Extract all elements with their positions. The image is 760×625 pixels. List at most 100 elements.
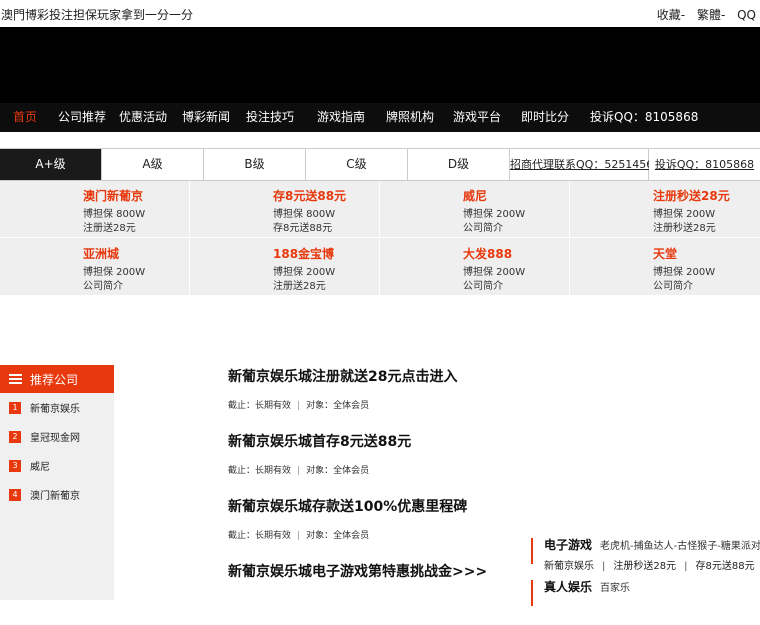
qq-link[interactable]: QQ <box>737 8 756 22</box>
rank-badge: 4 <box>9 488 21 501</box>
promotion-deadline: 截止：长期有效 <box>228 466 292 476</box>
company-offer[interactable]: 公司简介 <box>463 277 503 292</box>
top-links: 收藏- 繁體- QQ <box>649 6 756 23</box>
nav-item-companies[interactable]: 公司推荐 <box>58 103 106 132</box>
sidebar-list: 1 新葡京娱乐 2 皇冠现金网 3 威尼 4 澳门新葡京 <box>0 393 114 600</box>
category-link[interactable]: 注册秒送28元 <box>613 561 676 572</box>
tab-b[interactable]: B级 <box>204 149 306 180</box>
nav-item-home[interactable]: 首页 <box>13 103 37 132</box>
header-banner <box>0 27 760 103</box>
promotion-item[interactable]: 新葡京娱乐城电子游戏第特惠挑战金>>> <box>228 560 528 625</box>
company-guarantee: 博担保 200W <box>653 267 716 278</box>
company-guarantee: 博担保 200W <box>273 267 336 278</box>
category-title[interactable]: 电子游戏 老虎机-捕鱼达人-古怪猴子-糖果派对 <box>544 536 760 553</box>
tab-a-plus[interactable]: A+级 <box>0 149 102 180</box>
company-name[interactable]: 存8元送88元 <box>273 187 346 204</box>
nav-item-guide[interactable]: 游戏指南 <box>317 103 365 132</box>
company-grid: 澳门新葡京 博担保 800W 注册送28元 存8元送88元 博担保 800W 存… <box>0 181 760 296</box>
company-name[interactable]: 天堂 <box>653 245 677 262</box>
sidebar-item-label[interactable]: 澳门新葡京 <box>30 487 80 502</box>
company-offer[interactable]: 存8元送88元 <box>273 219 332 234</box>
sidebar-title: 推荐公司 <box>30 372 79 387</box>
site-title: 澳門博彩投注担保玩家拿到一分一分 <box>1 8 194 22</box>
promotion-title[interactable]: 新葡京娱乐城注册就送28元点击进入 <box>228 365 528 389</box>
promotion-list: 新葡京娱乐城注册就送28元点击进入 截止：长期有效 | 对象：全体会员 新葡京娱乐城… <box>228 365 528 625</box>
company-offer[interactable]: 公司简介 <box>83 277 123 292</box>
promotion-item[interactable]: 新葡京娱乐城注册就送28元点击进入 截止：长期有效 | 对象：全体会员 <box>228 365 528 430</box>
company-guarantee: 博担保 200W <box>83 267 146 278</box>
category-subtitle[interactable]: 老虎机-捕鱼达人-古怪猴子-糖果派对 <box>600 541 760 552</box>
favorite-link[interactable]: 收藏- <box>657 8 685 22</box>
game-categories: 电子游戏 老虎机-捕鱼达人-古怪猴子-糖果派对 新葡京娱乐 | 注册秒送28元 | 存8元… <box>530 536 760 606</box>
company-name[interactable]: 188金宝博 <box>273 245 334 262</box>
category-links: 新葡京娱乐 | 注册秒送28元 | 存8元送88元 <box>544 561 755 572</box>
rank-badge: 1 <box>9 401 21 414</box>
promotion-title[interactable]: 新葡京娱乐城首存8元送88元 <box>228 430 528 454</box>
company-guarantee: 博担保 800W <box>273 209 336 220</box>
category-title[interactable]: 真人娱乐 百家乐 <box>544 578 760 595</box>
nav-item-platform[interactable]: 游戏平台 <box>453 103 501 132</box>
company-guarantee: 博担保 800W <box>83 209 146 220</box>
company-card[interactable]: 注册秒送28元 博担保 200W 注册秒送28元 <box>570 181 760 238</box>
tab-agent-contact[interactable]: 招商代理联系QQ：52514561 <box>510 149 660 180</box>
promotion-title[interactable]: 新葡京娱乐城电子游戏第特惠挑战金>>> <box>228 560 528 584</box>
sidebar-item[interactable]: 1 新葡京娱乐 <box>0 393 114 422</box>
company-card[interactable]: 存8元送88元 博担保 800W 存8元送88元 <box>190 181 380 238</box>
company-card[interactable]: 威尼 博担保 200W 公司简介 <box>380 181 570 238</box>
nav-item-scores[interactable]: 即时比分 <box>521 103 569 132</box>
company-card[interactable]: 亚洲城 博担保 200W 公司简介 <box>0 239 190 296</box>
promotion-title[interactable]: 新葡京娱乐城存款送100%优惠里程碑 <box>228 495 528 519</box>
sidebar-item-label[interactable]: 皇冠现金网 <box>30 429 80 444</box>
promotion-deadline: 截止：长期有效 <box>228 531 292 541</box>
traditional-link[interactable]: 繁體- <box>697 8 725 22</box>
company-name[interactable]: 澳门新葡京 <box>83 187 143 204</box>
sidebar-header: 推荐公司 <box>0 365 114 393</box>
tab-a[interactable]: A级 <box>102 149 204 180</box>
promotion-item[interactable]: 新葡京娱乐城存款送100%优惠里程碑 截止：长期有效 | 对象：全体会员 <box>228 495 528 560</box>
category-slots: 电子游戏 老虎机-捕鱼达人-古怪猴子-糖果派对 新葡京娱乐 | 注册秒送28元 | 存8元… <box>530 536 760 578</box>
recommended-sidebar: 推荐公司 1 新葡京娱乐 2 皇冠现金网 3 威尼 4 澳门新葡京 <box>0 365 114 600</box>
category-link[interactable]: 新葡京娱乐 <box>544 561 594 572</box>
nav-item-promotions[interactable]: 优惠活动 <box>119 103 167 132</box>
tab-c[interactable]: C级 <box>306 149 408 180</box>
promotion-meta: 截止：长期有效 | 对象：全体会员 <box>228 531 370 541</box>
rank-badge: 2 <box>9 430 21 443</box>
promotion-deadline: 截止：长期有效 <box>228 401 292 411</box>
category-live: 真人娱乐 百家乐 <box>530 578 760 606</box>
promotion-item[interactable]: 新葡京娱乐城首存8元送88元 截止：长期有效 | 对象：全体会员 <box>228 430 528 495</box>
company-name[interactable]: 大发888 <box>463 245 512 262</box>
company-name[interactable]: 注册秒送28元 <box>653 187 730 204</box>
nav-item-complaint[interactable]: 投诉QQ：8105868 <box>590 103 698 132</box>
company-offer[interactable]: 公司简介 <box>463 219 503 234</box>
company-offer[interactable]: 注册送28元 <box>83 219 136 234</box>
sidebar-item[interactable]: 4 澳门新葡京 <box>0 480 114 509</box>
tab-complaint-qq[interactable]: 投诉QQ：8105868 <box>649 149 760 180</box>
menu-icon <box>9 374 22 384</box>
company-offer[interactable]: 公司简介 <box>653 277 693 292</box>
company-card[interactable]: 188金宝博 博担保 200W 注册送28元 <box>190 239 380 296</box>
sidebar-item[interactable]: 3 威尼 <box>0 451 114 480</box>
company-card[interactable]: 天堂 博担保 200W 公司简介 <box>570 239 760 296</box>
company-name[interactable]: 亚洲城 <box>83 245 119 262</box>
nav-item-license[interactable]: 牌照机构 <box>386 103 434 132</box>
nav-item-tips[interactable]: 投注技巧 <box>246 103 294 132</box>
category-link[interactable]: 存8元送88元 <box>695 561 754 572</box>
grade-tabs: A+级 A级 B级 C级 D级 招商代理联系QQ：52514561 投诉QQ：8… <box>0 148 760 181</box>
promotion-meta: 截止：长期有效 | 对象：全体会员 <box>228 401 370 411</box>
sidebar-item-label[interactable]: 新葡京娱乐 <box>30 400 80 415</box>
company-guarantee: 博担保 200W <box>463 209 526 220</box>
sidebar-item-label[interactable]: 威尼 <box>30 458 50 473</box>
company-card[interactable]: 澳门新葡京 博担保 800W 注册送28元 <box>0 181 190 238</box>
promotion-audience: 对象：全体会员 <box>306 531 370 541</box>
company-offer[interactable]: 注册秒送28元 <box>653 219 716 234</box>
category-subtitle[interactable]: 百家乐 <box>600 583 630 594</box>
main-nav: 首页 公司推荐 优惠活动 博彩新闻 投注技巧 游戏指南 牌照机构 游戏平台 即时… <box>0 103 760 132</box>
company-card[interactable]: 大发888 博担保 200W 公司简介 <box>380 239 570 296</box>
company-offer[interactable]: 注册送28元 <box>273 277 326 292</box>
tab-d[interactable]: D级 <box>408 149 510 180</box>
promotion-audience: 对象：全体会员 <box>306 466 370 476</box>
company-name[interactable]: 威尼 <box>463 187 487 204</box>
nav-item-news[interactable]: 博彩新闻 <box>182 103 230 132</box>
company-guarantee: 博担保 200W <box>463 267 526 278</box>
sidebar-item[interactable]: 2 皇冠现金网 <box>0 422 114 451</box>
